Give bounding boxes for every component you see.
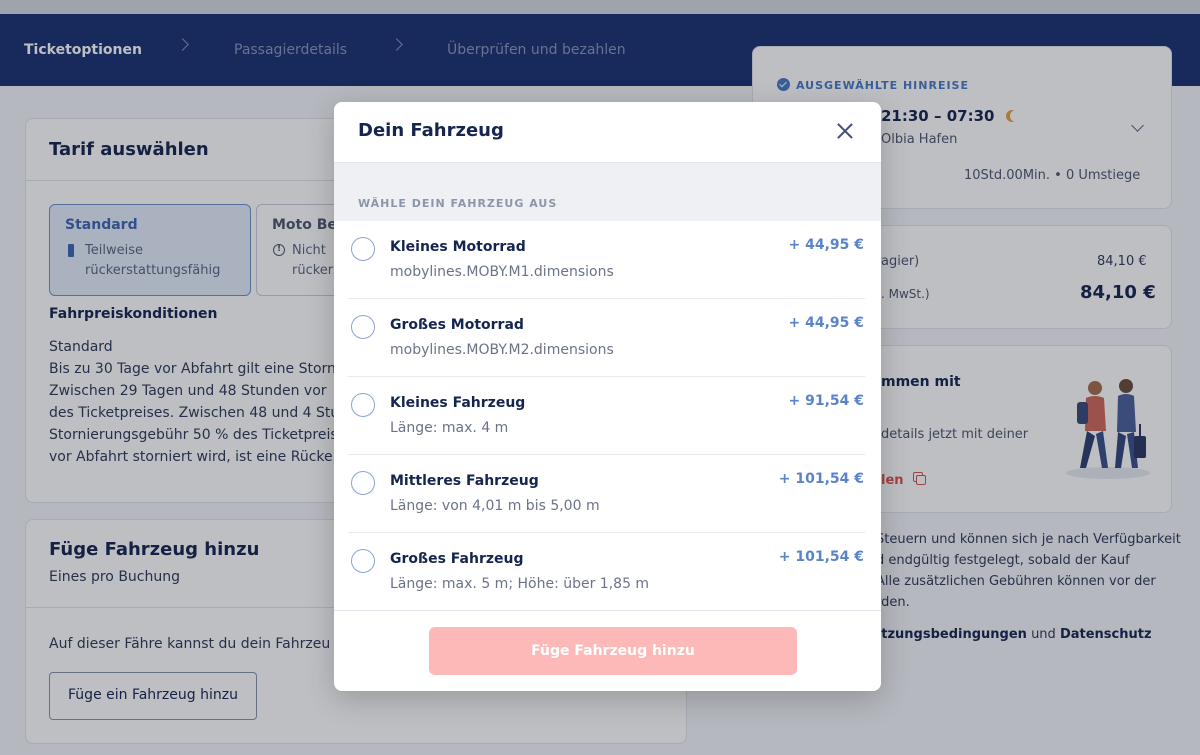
section-header: WÄHLE DEIN FAHRZEUG AUS <box>334 163 881 221</box>
option-desc: mobylines.MOBY.M2.dimensions <box>390 342 614 358</box>
option-name: Kleines Motorrad <box>390 239 526 255</box>
option-price: + 91,54 € <box>788 393 864 409</box>
option-price: + 101,54 € <box>778 549 864 565</box>
vehicle-option-small-car[interactable]: Kleines Fahrzeug Länge: max. 4 m + 91,54… <box>348 377 865 455</box>
option-price: + 101,54 € <box>778 471 864 487</box>
add-vehicle-button[interactable]: Füge Fahrzeug hinzu <box>429 627 797 675</box>
vehicle-option-large-motorcycle[interactable]: Großes Motorrad mobylines.MOBY.M2.dimens… <box>348 299 865 377</box>
option-price: + 44,95 € <box>788 237 864 253</box>
radio-button[interactable] <box>351 549 375 573</box>
option-desc: Länge: von 4,01 m bis 5,00 m <box>390 498 600 514</box>
option-name: Kleines Fahrzeug <box>390 395 526 411</box>
option-name: Mittleres Fahrzeug <box>390 473 539 489</box>
option-price: + 44,95 € <box>788 315 864 331</box>
option-name: Großes Fahrzeug <box>390 551 524 567</box>
option-desc: Länge: max. 5 m; Höhe: über 1,85 m <box>390 576 650 592</box>
modal-header: Dein Fahrzeug <box>334 102 881 163</box>
option-desc: mobylines.MOBY.M1.dimensions <box>390 264 614 280</box>
vehicle-option-small-motorcycle[interactable]: Kleines Motorrad mobylines.MOBY.M1.dimen… <box>348 221 865 299</box>
divider <box>334 610 881 611</box>
radio-button[interactable] <box>351 237 375 261</box>
radio-button[interactable] <box>351 393 375 417</box>
vehicle-option-medium-car[interactable]: Mittleres Fahrzeug Länge: von 4,01 m bis… <box>348 455 865 533</box>
radio-button[interactable] <box>351 315 375 339</box>
radio-button[interactable] <box>351 471 375 495</box>
vehicle-option-large-car[interactable]: Großes Fahrzeug Länge: max. 5 m; Höhe: ü… <box>348 533 865 611</box>
close-icon[interactable] <box>834 120 856 142</box>
option-name: Großes Motorrad <box>390 317 524 333</box>
modal-title: Dein Fahrzeug <box>358 120 504 141</box>
option-desc: Länge: max. 4 m <box>390 420 509 436</box>
vehicle-modal: Dein Fahrzeug WÄHLE DEIN FAHRZEUG AUS Kl… <box>334 102 881 691</box>
section-label: WÄHLE DEIN FAHRZEUG AUS <box>358 197 558 210</box>
